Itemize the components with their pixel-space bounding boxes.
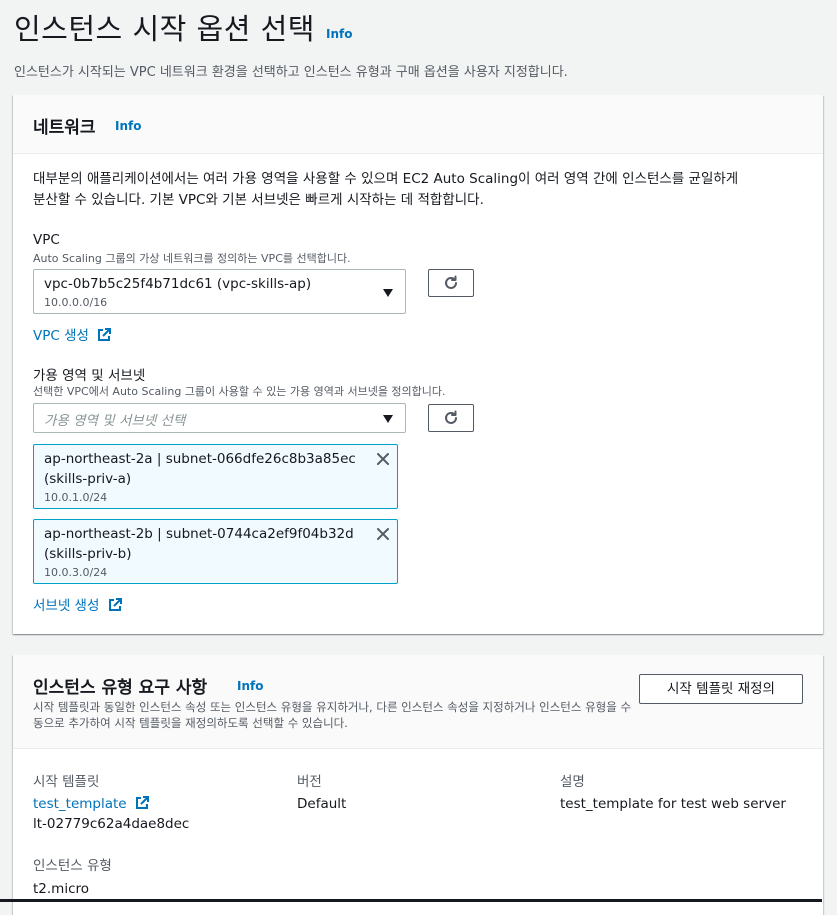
subnet-token-cidr: 10.0.1.0/24 xyxy=(44,491,108,504)
close-icon[interactable] xyxy=(375,526,391,542)
subnet-token: ap-northeast-2b | subnet-0744ca2ef9f04b3… xyxy=(33,519,398,584)
caret-down-icon xyxy=(383,415,393,423)
network-description: 대부분의 애플리케이션에서는 여러 가용 영역을 사용할 수 있으며 EC2 A… xyxy=(33,169,813,211)
refresh-icon xyxy=(445,410,457,424)
subnet-token-id: ap-northeast-2b | subnet-0744ca2ef9f04b3… xyxy=(44,526,354,542)
instance-type-value: t2.micro xyxy=(33,881,90,897)
network-title: 네트워크 xyxy=(33,118,96,138)
launch-template-name: test_template xyxy=(33,796,127,812)
create-vpc-link-label: VPC 생성 xyxy=(33,328,89,344)
subnet-token-cidr: 10.0.3.0/24 xyxy=(44,566,108,579)
refresh-icon xyxy=(445,275,457,289)
version-label: 버전 xyxy=(297,774,322,790)
vpc-selected-value: vpc-0b7b5c25f4b71dc61 (vpc-skills-ap) xyxy=(44,276,312,292)
create-vpc-link[interactable]: VPC 생성 xyxy=(33,324,112,344)
vpc-label: VPC xyxy=(33,232,60,248)
description-label: 설명 xyxy=(560,774,585,790)
override-launch-template-button[interactable]: 시작 템플릿 재정의 xyxy=(639,674,803,704)
external-link-icon xyxy=(98,328,112,341)
create-subnet-link-label: 서브넷 생성 xyxy=(33,598,100,614)
instance-requirements-description: 시작 템플릿과 동일한 인스턴스 속성 또는 인스턴스 유형을 유지하거나, 다… xyxy=(33,700,632,730)
instance-requirements-panel: 인스턴스 유형 요구 사항 Info 시작 템플릿과 동일한 인스턴스 속성 또… xyxy=(13,655,823,915)
subnet-token: ap-northeast-2a | subnet-066dfe26c8b3a85… xyxy=(33,444,398,509)
subnet-sublabel: 선택한 VPC에서 Auto Scaling 그룹이 사용할 수 있는 가용 영… xyxy=(33,385,446,398)
subnet-token-id: ap-northeast-2a | subnet-066dfe26c8b3a85… xyxy=(44,451,356,467)
subnet-label: 가용 영역 및 서브넷 xyxy=(33,368,146,384)
network-panel: 네트워크 Info 대부분의 애플리케이션에서는 여러 가용 영역을 사용할 수… xyxy=(13,95,823,634)
close-icon[interactable] xyxy=(375,451,391,467)
network-info-link[interactable]: Info xyxy=(115,119,141,133)
instance-requirements-title: 인스턴스 유형 요구 사항 xyxy=(33,678,208,698)
instance-requirements-info-link[interactable]: Info xyxy=(237,679,263,693)
page-title: 인스턴스 시작 옵션 선택 xyxy=(14,12,315,46)
network-description-line2: 분산할 수 있습니다. 기본 VPC와 기본 서브넷은 빠르게 시작하는 데 적… xyxy=(33,192,484,208)
network-description-line1: 대부분의 애플리케이션에서는 여러 가용 영역을 사용할 수 있으며 EC2 A… xyxy=(33,171,739,187)
instance-type-label: 인스턴스 유형 xyxy=(33,858,112,874)
version-value: Default xyxy=(297,796,347,812)
vpc-refresh-button[interactable] xyxy=(428,269,474,297)
external-link-icon xyxy=(135,796,149,809)
vpc-sublabel: Auto Scaling 그룹의 가상 네트워크를 정의하는 VPC를 선택합니… xyxy=(33,252,351,265)
page-description: 인스턴스가 시작되는 VPC 네트워크 환경을 선택하고 인스턴스 유형과 구매… xyxy=(14,65,568,80)
description-value: test_template for test web server xyxy=(560,796,786,812)
subnet-select-placeholder: 가용 영역 및 서브넷 선택 xyxy=(44,413,186,429)
subnet-token-name: (skills-priv-a) xyxy=(44,471,132,487)
external-link-icon xyxy=(108,598,122,611)
subnet-refresh-button[interactable] xyxy=(428,404,474,432)
page-info-link[interactable]: Info xyxy=(326,27,352,41)
instance-requirements-header: 인스턴스 유형 요구 사항 Info 시작 템플릿과 동일한 인스턴스 속성 또… xyxy=(13,655,823,749)
create-subnet-link[interactable]: 서브넷 생성 xyxy=(33,594,122,614)
subnet-select[interactable]: 가용 영역 및 서브넷 선택 xyxy=(33,403,406,433)
subnet-token-name: (skills-priv-b) xyxy=(44,546,132,562)
vpc-select[interactable]: vpc-0b7b5c25f4b71dc61 (vpc-skills-ap) 10… xyxy=(33,269,406,314)
caret-down-icon xyxy=(383,289,393,297)
launch-template-link[interactable]: test_template xyxy=(33,796,149,812)
launch-template-id: lt-02779c62a4dae8dec xyxy=(33,816,190,832)
network-panel-header: 네트워크 Info xyxy=(13,95,823,154)
launch-template-label: 시작 템플릿 xyxy=(33,774,100,790)
vpc-selected-cidr: 10.0.0.0/16 xyxy=(44,296,108,309)
